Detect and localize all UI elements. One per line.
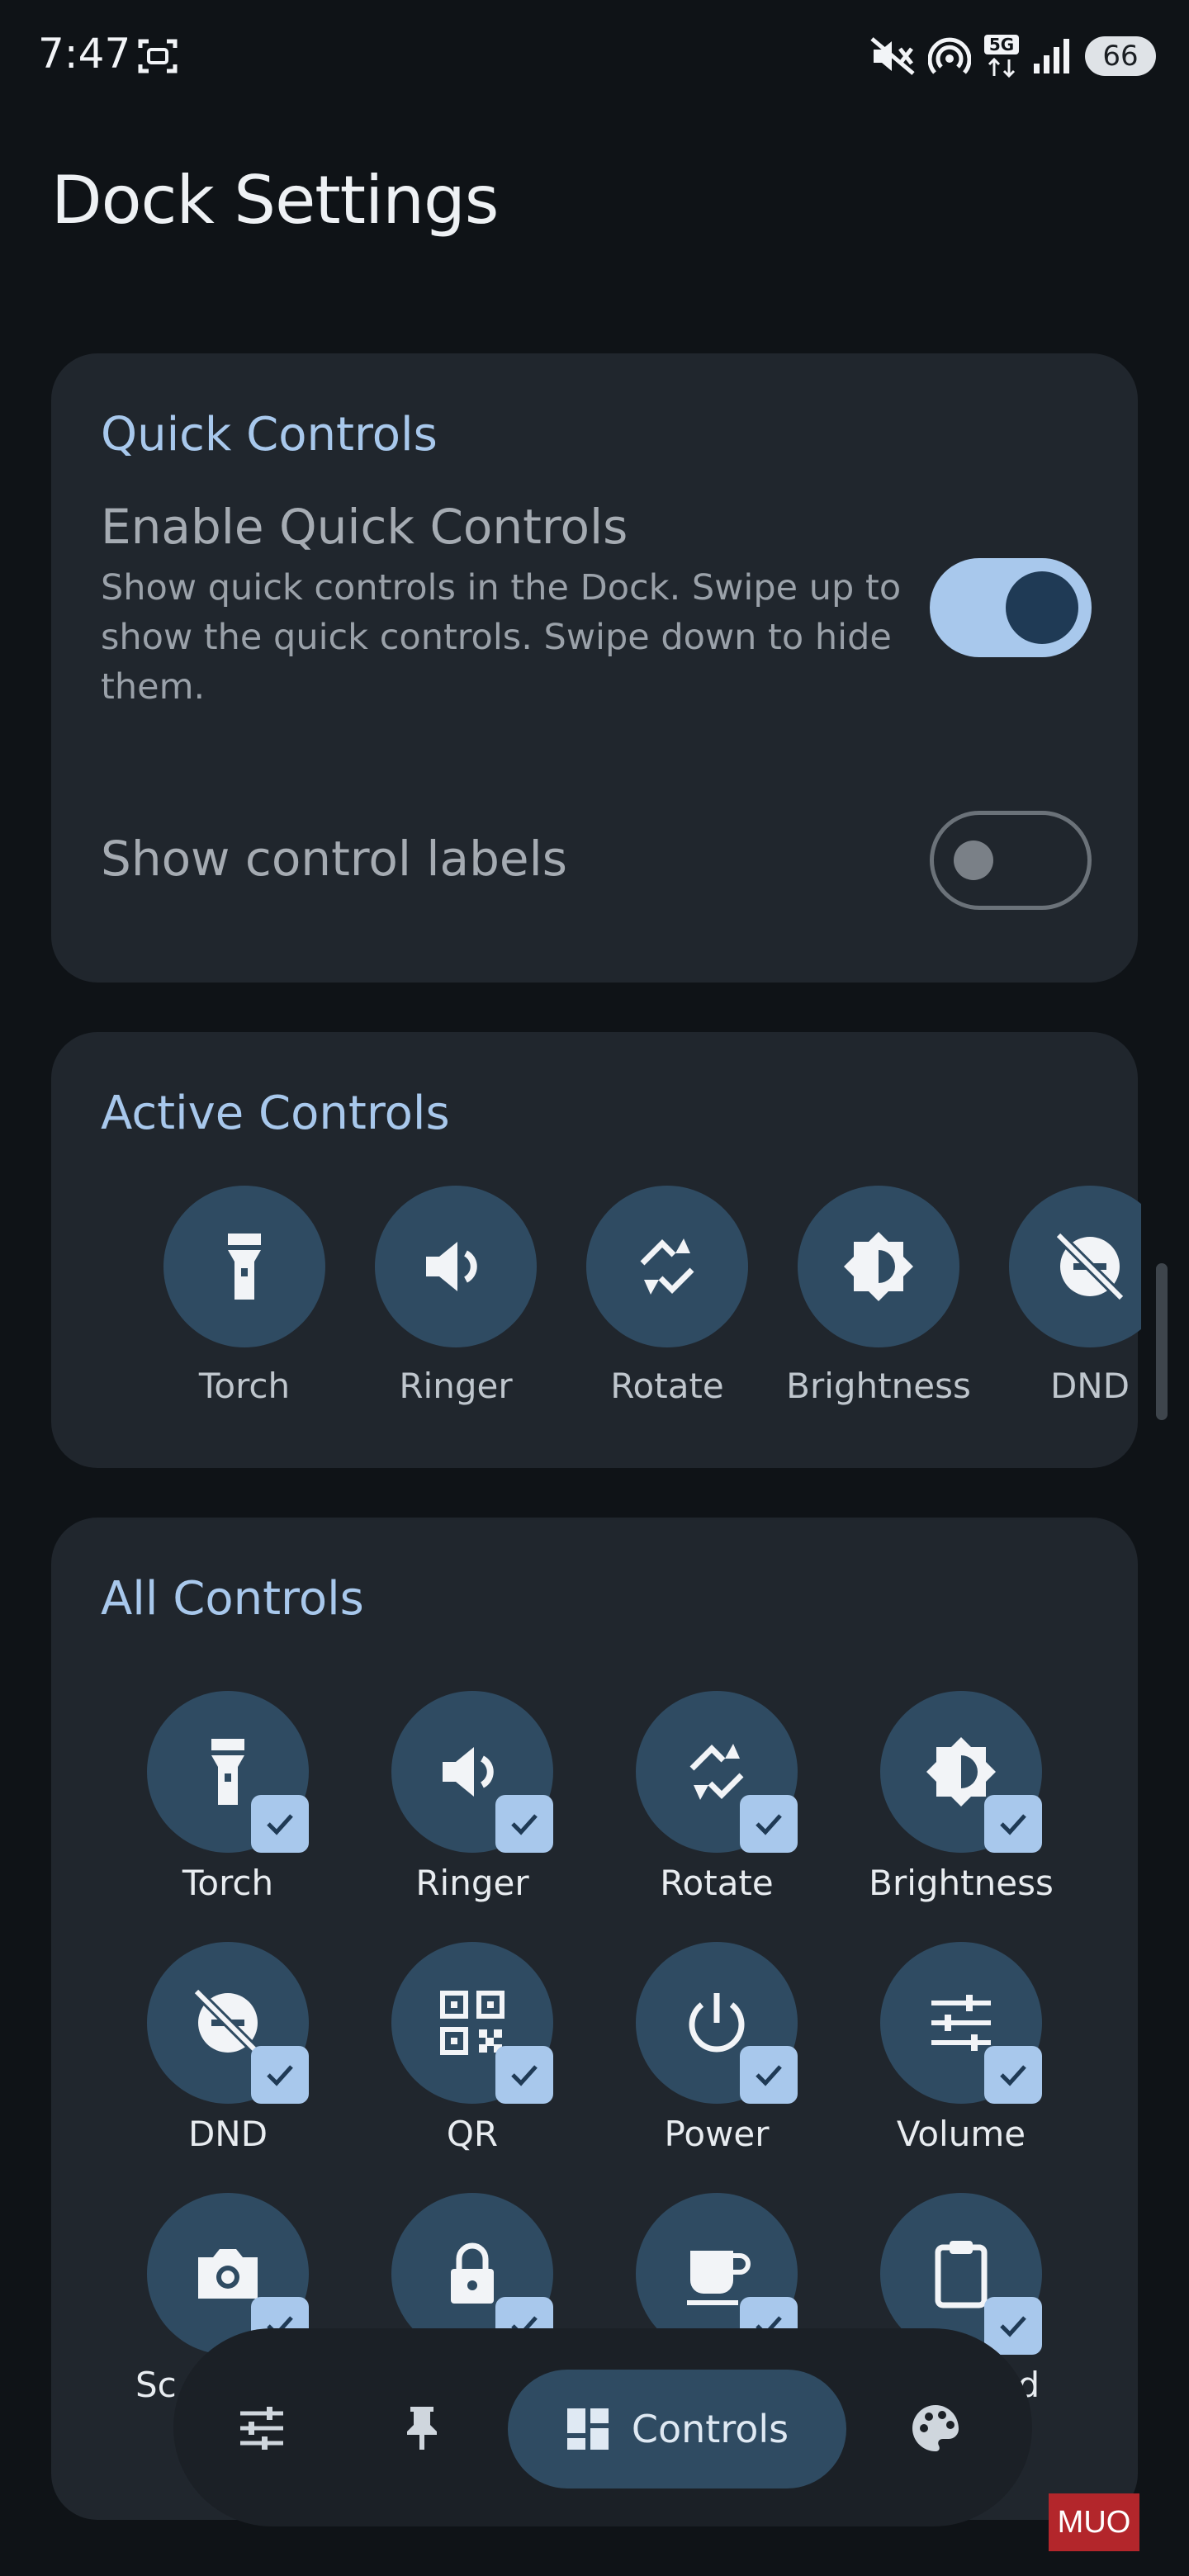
status-time: 7:47 [38, 30, 131, 78]
nav-theme[interactable] [890, 2383, 981, 2474]
5g-icon: 5G [984, 35, 1019, 78]
control-label: Ringer [415, 1863, 529, 1903]
watermark-logo: MUO [1049, 2493, 1139, 2551]
active-controls-card: Active Controls Torch Ringer Rotate Brig… [51, 1032, 1141, 1468]
toggle-thumb [954, 841, 993, 880]
nav-settings[interactable] [216, 2383, 307, 2474]
checkbox[interactable] [984, 2297, 1042, 2355]
checkbox[interactable] [984, 1795, 1042, 1853]
control-label: QR [446, 2114, 499, 2154]
checkbox[interactable] [495, 1795, 553, 1853]
quick-controls-card: Quick Controls Enable Quick Controls Sho… [51, 353, 1138, 983]
checkbox[interactable] [740, 1795, 798, 1853]
checkbox[interactable] [251, 2046, 309, 2104]
controls-grid-icon [566, 2408, 609, 2450]
section-heading: Active Controls [101, 1087, 450, 1140]
control-button[interactable] [798, 1186, 959, 1347]
pin-icon [407, 2407, 437, 2450]
checkbox[interactable] [984, 2046, 1042, 2104]
control-label: DND [1049, 1366, 1130, 1406]
control-label: Brightness [869, 1863, 1054, 1903]
show-control-labels-toggle[interactable] [930, 811, 1092, 910]
signal-icon [1034, 39, 1069, 73]
control-button[interactable] [1009, 1186, 1141, 1347]
enable-quick-controls-description: Show quick controls in the Dock. Swipe u… [101, 567, 902, 708]
checkbox[interactable] [740, 2046, 798, 2104]
control-label: Torch [182, 1863, 274, 1903]
control-label: DND [187, 2114, 268, 2154]
check-icon [267, 2065, 293, 2086]
system-icons: 5G 66 [870, 33, 1156, 79]
control-label: Rotate [660, 1863, 774, 1903]
scrollbar[interactable] [1156, 1263, 1168, 1420]
check-icon [756, 1814, 782, 1835]
battery-indicator: 66 [1085, 36, 1156, 76]
active-controls-strip[interactable]: Torch Ringer Rotate Brightness DND [101, 1186, 1141, 1425]
check-icon [1000, 2316, 1026, 2337]
control-label: Power [664, 2114, 770, 2154]
palette-icon [912, 2405, 959, 2451]
section-heading: Quick Controls [101, 408, 438, 462]
show-control-labels-title: Show control labels [101, 831, 567, 887]
control-label: Volume [896, 2114, 1026, 2154]
ringer-icon [426, 1242, 477, 1291]
tune-icon [240, 2407, 283, 2450]
check-icon [267, 1814, 293, 1835]
bottom-nav: Controls [173, 2328, 1032, 2526]
torch-icon [228, 1234, 261, 1300]
page-title: Dock Settings [51, 162, 499, 239]
check-icon [1000, 1814, 1026, 1835]
section-heading: All Controls [101, 1572, 364, 1626]
nav-pinned[interactable] [377, 2383, 467, 2474]
control-button[interactable] [375, 1186, 537, 1347]
check-icon [756, 2065, 782, 2086]
hotspot-icon [928, 37, 971, 74]
status-bar: 7:47 5G 66 [0, 0, 1189, 116]
dnd-icon [1054, 1231, 1125, 1302]
check-icon [511, 1814, 538, 1835]
enable-quick-controls-title: Enable Quick Controls [101, 499, 628, 555]
enable-quick-controls-toggle[interactable] [930, 558, 1092, 657]
nav-controls[interactable]: Controls [508, 2370, 846, 2488]
control-button[interactable] [163, 1186, 325, 1347]
mute-icon [870, 37, 915, 75]
rotate-icon [640, 1238, 694, 1295]
control-button[interactable] [586, 1186, 748, 1347]
checkbox[interactable] [495, 2046, 553, 2104]
svg-text:5G: 5G [989, 35, 1014, 54]
check-icon [511, 2065, 538, 2086]
brightness-icon [844, 1232, 913, 1301]
checkbox[interactable] [251, 1795, 309, 1853]
screenshot-icon [138, 39, 178, 73]
check-icon [1000, 2065, 1026, 2086]
nav-controls-label: Controls [631, 2407, 789, 2451]
toggle-thumb [1006, 571, 1078, 644]
